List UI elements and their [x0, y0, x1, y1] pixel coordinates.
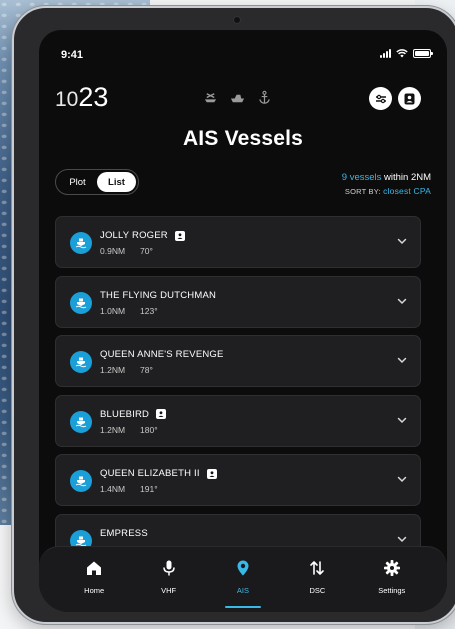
vessel-bearing: 78° [140, 365, 153, 375]
camera-dot [234, 17, 240, 23]
vessel-name-row: THE FLYING DUTCHMAN [100, 290, 216, 301]
vessel-name: JOLLY ROGER [100, 230, 168, 241]
vessel-icon [70, 470, 92, 492]
chevron-down-icon[interactable] [396, 414, 408, 426]
status-icons [380, 49, 433, 58]
vessel-card[interactable]: BLUEBIRD 1.2NM 180° [55, 394, 421, 447]
vessel-distance: 1.0NM [100, 305, 126, 316]
vessel-bearing: 70° [140, 246, 153, 256]
sort-by-label: SORT BY: [344, 187, 384, 196]
user-badge-icon [174, 230, 185, 241]
vessel-name: BLUEBIRD [100, 408, 150, 420]
location-pin-icon [234, 559, 252, 582]
vessel-count: 9 vessels [341, 172, 382, 183]
status-time: 9:41 [61, 49, 84, 61]
clock: 10 23 [55, 82, 108, 113]
vessel-icon [70, 410, 92, 433]
motorboat-icon[interactable] [230, 90, 245, 105]
page-title: AIS Vessels [182, 127, 304, 150]
vessel-name: EMPRESS [100, 527, 148, 539]
user-badge-icon [156, 409, 167, 419]
vessel-card[interactable]: QUEEN ANNE'S REVENGE 1.2NM 78° [55, 335, 421, 387]
vessel-bearing: 123° [140, 305, 158, 316]
nav-dsc[interactable]: DSC [287, 547, 347, 612]
vessel-name-row: EMPRESS [100, 528, 148, 539]
vessel-count-line: 9 vessels within 2NM [342, 172, 431, 183]
vessel-name-row: QUEEN ELIZABETH II [100, 468, 217, 479]
vessel-distance: 1.2NM [100, 424, 126, 435]
bottom-nav: Home VHF AIS DSC Settings [39, 546, 447, 612]
vessel-range: within 2NM [381, 172, 431, 183]
vessel-summary: 9 vessels within 2NM SORT BY: closest CP… [342, 172, 431, 196]
vessel-name: QUEEN ELIZABETH II [100, 468, 200, 479]
vessel-card[interactable]: QUEEN ELIZABETH II 1.4NM 191° [55, 454, 421, 506]
nav-home[interactable]: Home [64, 547, 124, 612]
vessel-name-row: BLUEBIRD [100, 408, 167, 420]
sort-by-line[interactable]: SORT BY: closest CPA [342, 186, 431, 196]
vessel-name-row: JOLLY ROGER [100, 230, 185, 241]
vessel-card[interactable]: JOLLY ROGER 0.9NM 70° [55, 216, 421, 268]
sort-by-value[interactable]: closest CPA [383, 186, 431, 196]
nav-label: VHF [161, 586, 177, 595]
user-badge-icon [206, 468, 217, 479]
nav-vhf[interactable]: VHF [139, 547, 199, 612]
plot-toggle-option[interactable]: Plot [58, 172, 97, 192]
chevron-down-icon[interactable] [396, 295, 408, 307]
vessel-meta: 0.9NM 70° [100, 246, 153, 256]
microphone-icon [160, 559, 178, 582]
nav-settings[interactable]: Settings [362, 547, 422, 612]
home-icon [85, 559, 103, 582]
vessel-distance: 1.2NM [100, 365, 126, 375]
vessel-meta: 1.0NM 123° [100, 306, 158, 316]
vessel-icon [70, 351, 92, 373]
vessel-name: THE FLYING DUTCHMAN [100, 289, 217, 301]
chevron-down-icon[interactable] [396, 473, 408, 485]
vessel-meta: 1.4NM 191° [100, 484, 158, 494]
vessel-card[interactable]: THE FLYING DUTCHMAN 1.0NM 123° [55, 275, 421, 328]
vessel-meta: 1.2NM 180° [100, 425, 158, 435]
nav-ais[interactable]: AIS [213, 547, 273, 612]
list-toggle-option[interactable]: List [97, 172, 136, 192]
vessel-name-row: QUEEN ANNE'S REVENGE [100, 349, 224, 360]
vessel-distance: 1.4NM [100, 484, 126, 494]
profile-button[interactable] [398, 87, 421, 110]
vessel-icon [70, 232, 92, 254]
anchor-icon[interactable] [257, 90, 272, 105]
vessel-bearing: 191° [140, 484, 158, 494]
nav-label: Home [84, 586, 105, 595]
chevron-down-icon[interactable] [396, 533, 408, 545]
clock-minute: 23 [78, 82, 109, 112]
vessel-list: JOLLY ROGER 0.9NM 70° THE FLYING DUTCHMA… [55, 216, 421, 573]
vessel-distance: 0.9NM [100, 246, 126, 256]
battery-icon [413, 49, 433, 58]
tablet-device: 9:41 10 23 AIS Vessels Plot List 9 vesse… [12, 6, 455, 624]
filter-button[interactable] [369, 87, 392, 110]
wifi-icon [396, 49, 408, 58]
user-badge-icon [404, 93, 415, 104]
nav-label: AIS [236, 586, 250, 595]
vessel-meta: 1.2NM 78° [100, 365, 153, 375]
vessel-name: QUEEN ANNE'S REVENGE [100, 349, 224, 360]
mode-icons [203, 90, 272, 105]
sliders-icon [375, 94, 386, 103]
chevron-down-icon[interactable] [396, 235, 408, 247]
nav-label: Settings [378, 586, 406, 595]
vessel-icon [70, 291, 92, 314]
view-toggle[interactable]: Plot List [55, 169, 139, 195]
vessel-bearing: 180° [140, 424, 158, 435]
gear-icon [383, 559, 401, 582]
clock-hour: 10 [55, 88, 79, 111]
chevron-down-icon[interactable] [396, 354, 408, 366]
up-down-arrows-icon [308, 559, 326, 582]
nav-label: DSC [309, 586, 326, 595]
sailing-icon[interactable] [203, 90, 218, 105]
cellular-signal-icon [380, 49, 391, 58]
app-screen: 9:41 10 23 AIS Vessels Plot List 9 vesse… [39, 30, 447, 612]
